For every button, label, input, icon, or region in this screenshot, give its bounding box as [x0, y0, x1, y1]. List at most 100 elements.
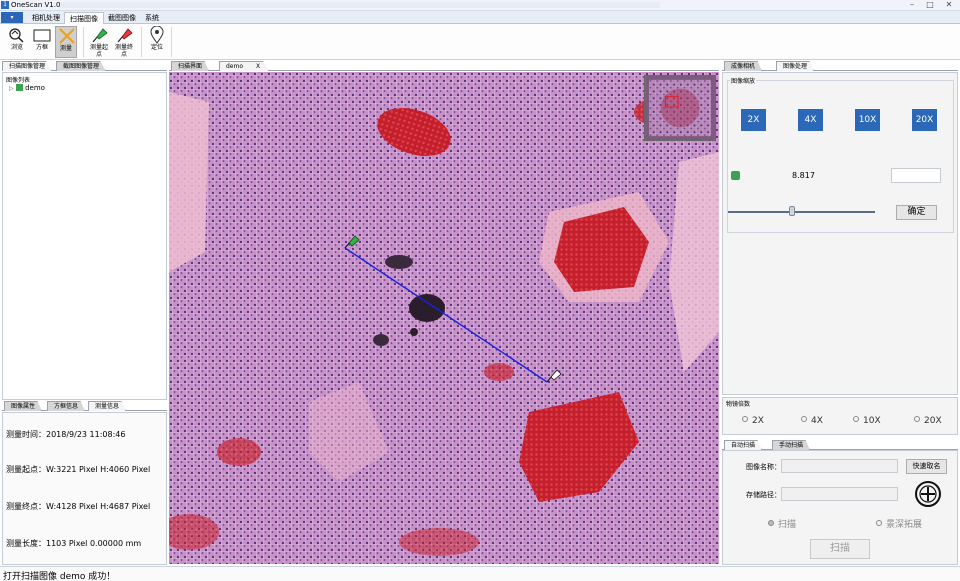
app-icon: 1 — [1, 1, 9, 9]
zoom-10x-button[interactable]: 10X — [855, 109, 880, 131]
tab-screenshot-image-manager[interactable]: 截图图像管理 — [56, 61, 107, 71]
objective-group-label: 物镜倍数 — [725, 399, 752, 408]
status-text: 打开扫描图像 demo 成功！ — [3, 572, 116, 581]
zoom-20x-button[interactable]: 20X — [912, 109, 937, 131]
image-name-label: 图像名称： — [746, 463, 781, 471]
location-pin-icon — [150, 26, 164, 44]
objective-10x-radio[interactable]: 10X — [853, 416, 881, 426]
locate-button[interactable]: 定位 — [146, 26, 168, 58]
tab-image-properties[interactable]: 图像属性 — [4, 401, 43, 411]
objective-20x-radio[interactable]: 20X — [914, 416, 942, 426]
objective-4x-radio[interactable]: 4X — [801, 416, 823, 426]
locate-label: 定位 — [150, 44, 163, 51]
measure-info-panel: 测量时间：2018/9/23 11:08:46 测量起点：W:3221 Pixe… — [2, 412, 167, 565]
measure-start-point: 测量起点：W:3221 Pixel H:4060 Pixel — [6, 465, 151, 474]
tab-demo-image[interactable]: demo X — [219, 61, 269, 71]
save-path-label: 存储路径： — [746, 491, 781, 499]
measure-end-pin-icon — [117, 28, 133, 43]
minimize-button[interactable]: – — [904, 0, 920, 10]
ribbon-toolbar: 浏览 方框 测量 测量起点 测量终点 定位 — [0, 24, 960, 60]
quick-name-button[interactable]: 快速取名 — [906, 459, 947, 474]
zoom-input[interactable] — [891, 168, 941, 183]
tab-scan-image[interactable]: 扫描图像 — [64, 12, 104, 24]
measure-time: 测量时间：2018/9/23 11:08:46 — [6, 430, 126, 439]
mode-scan-label: 扫描 — [778, 520, 797, 530]
tab-auto-scan[interactable]: 自动扫描 — [724, 440, 763, 450]
taskbar-placeholder — [60, 2, 660, 8]
tab-screenshot-image[interactable]: 截图图像 — [103, 12, 141, 24]
tab-imaging-camera[interactable]: 成像相机 — [724, 61, 763, 71]
measure-start-label: 测量起点 — [89, 44, 108, 58]
info-tab-strip: 图像属性 方框信息 测量信息 — [2, 401, 167, 411]
tree-item-demo[interactable]: ▷ demo — [9, 84, 45, 93]
measure-icon — [59, 28, 75, 44]
viewer-tab-strip: 扫描界面 demo X — [169, 61, 719, 71]
rectangle-label: 方框 — [35, 44, 48, 51]
status-bar: 打开扫描图像 demo 成功！ — [0, 566, 960, 581]
measure-start-button[interactable]: 测量起点 — [88, 26, 110, 58]
ribbon-tab-bar: ▾ 相机处理 扫描图像 截图图像 系统 — [0, 11, 960, 24]
measure-length: 测量长度：1103 Pixel 0.00000 mm — [6, 539, 142, 548]
title-bar: 1 OneScan V1.0 – □ ✕ — [0, 0, 960, 11]
mode-scan-radio[interactable]: 扫描 — [768, 517, 796, 530]
objective-20x-label: 20X — [924, 416, 942, 426]
ribbon-separator — [83, 27, 84, 57]
tab-system[interactable]: 系统 — [140, 12, 164, 24]
rectangle-icon — [33, 29, 51, 42]
tab-measure-info[interactable]: 测量信息 — [88, 401, 127, 411]
tab-close-icon[interactable]: X — [256, 62, 260, 71]
ribbon-separator — [171, 27, 172, 57]
browse-icon — [9, 28, 24, 43]
objective-10x-label: 10X — [863, 416, 881, 426]
browse-tool-button[interactable]: 浏览 — [6, 26, 28, 58]
confirm-button[interactable]: 确定 — [896, 205, 937, 220]
image-viewer[interactable] — [169, 72, 719, 564]
zoom-value: 8.817 — [792, 171, 815, 180]
image-tree-panel: 图像列表 ▷ demo — [2, 72, 167, 400]
measure-end-button[interactable]: 测量终点 — [113, 26, 135, 58]
image-name-input[interactable] — [781, 459, 898, 473]
mode-extended-depth-label: 景深拓展 — [886, 520, 923, 530]
zoom-slider-track[interactable] — [728, 211, 875, 213]
zoom-4x-button[interactable]: 4X — [798, 109, 823, 131]
ribbon-separator — [141, 27, 142, 57]
tab-manual-scan[interactable]: 手动扫描 — [772, 440, 811, 450]
scan-button[interactable]: 扫描 — [810, 539, 870, 559]
tab-image-processing[interactable]: 图像处理 — [776, 61, 815, 71]
objective-4x-label: 4X — [811, 416, 823, 426]
zoom-refresh-icon[interactable] — [731, 171, 740, 180]
objective-2x-label: 2X — [752, 416, 764, 426]
tree-header: 图像列表 — [6, 77, 31, 84]
overview-minimap[interactable] — [644, 75, 716, 141]
add-circle-button[interactable] — [914, 480, 942, 508]
measure-end-label: 测量终点 — [114, 44, 133, 58]
tab-box-info[interactable]: 方框信息 — [47, 401, 86, 411]
tab-demo-label: demo — [226, 63, 244, 70]
tree-item-label: demo — [25, 84, 45, 92]
app-menu-button[interactable]: ▾ — [1, 12, 23, 23]
expand-icon[interactable]: ▷ — [9, 85, 14, 92]
close-window-button[interactable]: ✕ — [941, 0, 957, 10]
measure-end-point: 测量终点：W:4128 Pixel H:4687 Pixel — [6, 502, 151, 511]
app-title: OneScan V1.0 — [11, 1, 61, 9]
measure-label: 测量 — [59, 45, 72, 52]
right-tab-strip: 成像相机 图像处理 — [722, 61, 958, 71]
scan-tab-strip: 自动扫描 手动扫描 — [722, 440, 958, 450]
zoom-slider-thumb[interactable] — [789, 206, 795, 216]
tab-camera-processing[interactable]: 相机处理 — [27, 12, 65, 24]
left-tab-strip: 扫描图像管理 截图图像管理 — [2, 61, 167, 71]
mode-extended-depth-radio[interactable]: 景深拓展 — [876, 517, 922, 530]
histology-scan-image[interactable] — [169, 72, 719, 564]
image-folder-icon — [15, 84, 23, 91]
measure-tool-button[interactable]: 测量 — [55, 26, 77, 58]
rectangle-tool-button[interactable]: 方框 — [31, 26, 53, 58]
zoom-group-label: 图像缩放 — [730, 76, 757, 85]
tab-scan-image-manager[interactable]: 扫描图像管理 — [2, 61, 53, 71]
measure-start-pin-icon — [92, 28, 108, 43]
maximize-button[interactable]: □ — [922, 0, 938, 10]
save-path-input[interactable] — [781, 487, 898, 501]
tab-scan-view[interactable]: 扫描界面 — [171, 61, 210, 71]
zoom-2x-button[interactable]: 2X — [741, 109, 766, 131]
objective-2x-radio[interactable]: 2X — [742, 416, 764, 426]
browse-label: 浏览 — [10, 44, 23, 51]
